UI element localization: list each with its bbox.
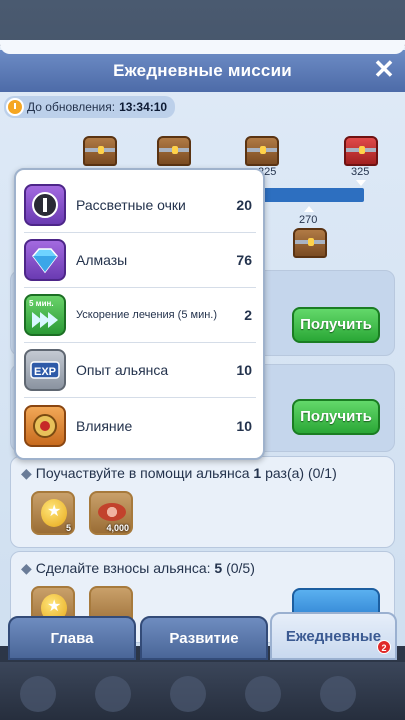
nav-icon[interactable] <box>245 676 281 712</box>
mission-description: ◆ Сделайте взносы альянса: 5 (0/5) <box>21 560 255 576</box>
reward-row: Рассветные очки 20 <box>24 178 256 233</box>
page-title: Ежедневные миссии <box>113 61 292 80</box>
claim-button[interactable]: Получить <box>292 307 380 343</box>
clock-icon <box>6 98 24 116</box>
title-bar: Ежедневные миссии ✕ <box>0 50 405 92</box>
bottom-navigation <box>0 662 405 720</box>
snow-decoration <box>0 40 405 54</box>
alliance-exp-icon: EXP <box>24 349 66 391</box>
milestone-marker <box>304 206 314 212</box>
nav-icon[interactable] <box>320 676 356 712</box>
nav-icon[interactable] <box>170 676 206 712</box>
milestone-value: 325 <box>351 166 370 178</box>
nav-icon[interactable] <box>20 676 56 712</box>
milestone-marker <box>356 180 366 186</box>
notification-badge: 2 <box>377 640 391 654</box>
chest-icon[interactable] <box>245 136 279 166</box>
chest-icon[interactable] <box>157 136 191 166</box>
reward-row: Алмазы 76 <box>24 233 256 288</box>
claim-button[interactable]: Получить <box>292 399 380 435</box>
chest-icon[interactable] <box>344 136 378 166</box>
gold-medal-icon[interactable]: 5 <box>31 491 75 535</box>
heal-speedup-icon: 5 мин. <box>24 294 66 336</box>
dawn-points-icon <box>24 184 66 226</box>
tab-development[interactable]: Развитие <box>140 616 268 660</box>
close-icon[interactable]: ✕ <box>371 56 397 82</box>
mission-description: ◆ Поучаствуйте в помощи альянса 1 раз(а) … <box>21 465 337 481</box>
refresh-timer: До обновления: 13:34:10 <box>4 96 176 118</box>
svg-text:EXP: EXP <box>34 366 56 378</box>
bullet-icon: ◆ <box>21 560 32 576</box>
meat-icon[interactable]: 4,000 <box>89 491 133 535</box>
reward-row: 5 мин. Ускорение лечения (5 мин.) 2 <box>24 288 256 343</box>
influence-icon <box>24 404 66 447</box>
tab-bar: Глава Развитие Ежедневные 2 <box>0 612 405 662</box>
progress-bar <box>252 188 364 202</box>
reward-row: Влияние 10 <box>24 398 256 453</box>
rewards-tooltip: Рассветные очки 20 Алмазы 76 5 мин. Уско… <box>14 168 265 460</box>
milestone-value: 270 <box>299 214 318 226</box>
svg-text:5 мин.: 5 мин. <box>29 299 54 308</box>
chest-icon[interactable] <box>83 136 117 166</box>
mission-card: ◆ Поучаствуйте в помощи альянса 1 раз(а) … <box>10 456 395 548</box>
bullet-icon: ◆ <box>21 465 32 481</box>
reward-row: EXP Опыт альянса 10 <box>24 343 256 398</box>
tab-daily[interactable]: Ежедневные 2 <box>270 612 397 660</box>
diamond-icon <box>24 239 66 281</box>
nav-icon[interactable] <box>95 676 131 712</box>
tab-chapter[interactable]: Глава <box>8 616 136 660</box>
chest-icon[interactable] <box>293 228 327 258</box>
